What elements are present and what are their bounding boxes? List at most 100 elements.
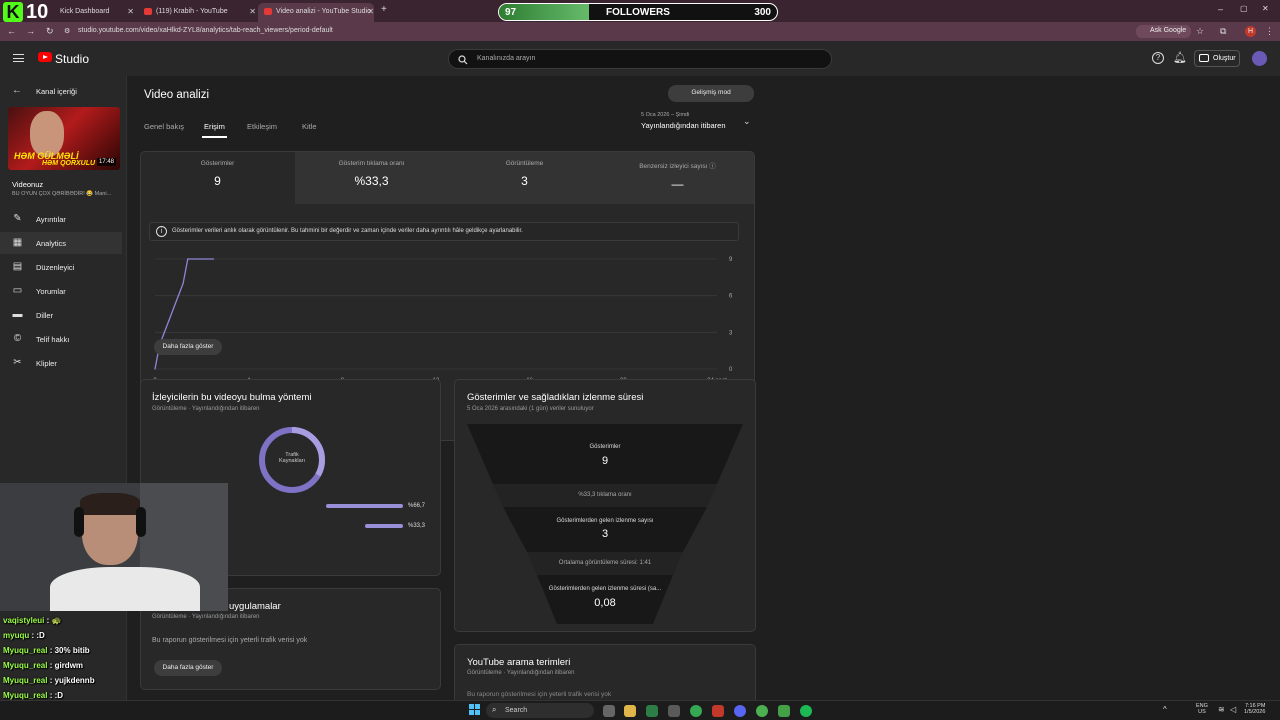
sidebar-item-copyright[interactable]: © Telif hakkı <box>0 328 122 350</box>
channel-search-input[interactable]: Kanalınızda arayın <box>448 49 832 69</box>
close-icon[interactable]: ✕ <box>249 7 256 16</box>
sidebar-item-label: Yorumlar <box>36 287 66 296</box>
obs-icon[interactable] <box>778 705 790 717</box>
tab-kick-dashboard[interactable]: Kick Dashboard ✕ <box>42 3 134 22</box>
tab-youtube-studio[interactable]: Video analizi - YouTube Studio ✕ <box>258 3 374 22</box>
discord-icon[interactable] <box>734 705 746 717</box>
data-point <box>182 282 184 285</box>
metric-unique-viewers[interactable]: Benzersiz izleyici sayısı ⓘ — <box>601 152 754 204</box>
windows-start-icon[interactable] <box>469 704 481 716</box>
taskbar: ⌕ Search ^ ENG US ≋ ◁ 7:16 PM 1/5/2026 <box>0 700 1280 720</box>
back-icon[interactable]: ← <box>7 26 16 36</box>
main-content: Video analizi Gelişmiş mod Genel bakış E… <box>128 76 1280 704</box>
headphone-icon <box>74 507 84 537</box>
metric-impressions[interactable]: Gösterimler 9 <box>141 152 294 204</box>
advanced-mode-button[interactable]: Gelişmiş mod <box>668 85 754 102</box>
menu-dots-icon[interactable]: ⋮ <box>1265 26 1274 37</box>
youtube-logo-icon[interactable] <box>38 52 52 62</box>
channel-content-link[interactable]: Kanal içeriği <box>36 87 77 96</box>
maximize-icon[interactable]: ▢ <box>1240 4 1248 13</box>
tab-engagement[interactable]: Etkileşim <box>247 122 277 131</box>
tab-overview[interactable]: Genel bakış <box>144 122 184 131</box>
sidebar-item-details[interactable]: ✎ Ayrıntılar <box>0 208 122 230</box>
taskbar-search[interactable]: ⌕ Search <box>486 703 594 718</box>
page-title: Video analizi <box>144 89 210 101</box>
sidebar-item-languages[interactable]: ▬ Diller <box>0 304 122 326</box>
hamburger-menu-icon[interactable] <box>13 54 24 62</box>
window-close-icon[interactable]: ✕ <box>1262 4 1269 13</box>
show-more-button[interactable]: Daha fazla göster <box>154 660 222 676</box>
chat-username: Myuqu_real <box>3 676 48 685</box>
kick-counter: 10 <box>26 1 49 23</box>
notifications-bell-icon[interactable]: 🔔︎ <box>1173 51 1187 64</box>
chat-text: : :D <box>47 691 64 700</box>
y-tick-label: 3 <box>729 330 733 336</box>
youtube-favicon-icon <box>264 8 272 15</box>
minimize-icon[interactable]: – <box>1218 4 1223 14</box>
url-field[interactable]: studio.youtube.com/video/xaHlkd-ZYL8/ana… <box>78 27 333 34</box>
metric-value: — <box>671 177 684 191</box>
card-subtitle: 5 Oca 2026 arasındaki (1 gün) veriler su… <box>467 406 594 412</box>
clock[interactable]: 7:16 PM 1/5/2026 <box>1244 703 1265 715</box>
create-button[interactable]: Oluştur <box>1194 50 1240 67</box>
card-title: Gösterimler ve sağladıkları izlenme süre… <box>467 392 644 403</box>
sidebar-item-label: Düzenleyici <box>36 263 75 272</box>
metric-ctr[interactable]: Gösterim tıklama oranı %33,3 <box>295 152 448 204</box>
wifi-icon[interactable]: ≋ <box>1218 705 1225 714</box>
traffic-bar[interactable] <box>325 504 403 508</box>
youtube-favicon-icon <box>144 8 152 15</box>
profile-icon[interactable]: H <box>1245 26 1256 37</box>
info-icon[interactable]: ⓘ <box>709 163 716 170</box>
chat-message: Myuqu_real : yujkdennb <box>3 676 95 685</box>
nvidia-icon[interactable] <box>646 705 658 717</box>
ask-google-button[interactable]: Ask Google <box>1136 25 1192 38</box>
app-icon[interactable] <box>756 705 768 717</box>
metric-views[interactable]: Görüntüleme 3 <box>448 152 601 204</box>
create-video-icon <box>1199 54 1209 62</box>
traffic-bar[interactable] <box>364 524 403 528</box>
sidebar-item-comments[interactable]: ▭ Yorumlar <box>0 280 122 302</box>
your-video-label: Videonuz <box>12 180 44 189</box>
sidebar-item-editor[interactable]: ▤ Düzenleyici <box>0 256 122 278</box>
chat-text: : :D <box>29 631 45 640</box>
search-icon: ⌕ <box>492 705 497 714</box>
tab-label: Kick Dashboard <box>60 8 110 15</box>
tab-youtube[interactable]: (119) Krabih - YouTube ✕ <box>138 3 256 22</box>
forward-icon[interactable]: → <box>26 26 35 36</box>
back-arrow-icon[interactable]: ← <box>12 85 22 96</box>
sidebar-item-analytics[interactable]: ▦ Analytics <box>0 232 122 254</box>
extensions-icon[interactable]: ⧉ <box>1220 26 1226 37</box>
tab-reach[interactable]: Erişim <box>204 122 225 131</box>
close-icon[interactable]: ✕ <box>127 7 134 16</box>
show-more-button[interactable]: Daha fazla göster <box>154 339 222 355</box>
video-thumbnail[interactable]: HƏM GÜLMƏLİ HƏM QORXULU 17:48 <box>8 107 120 170</box>
reload-icon[interactable]: ↻ <box>46 26 54 37</box>
chat-message: Myuqu_real : girdwm <box>3 661 83 670</box>
task-view-icon[interactable] <box>603 705 615 717</box>
file-explorer-icon[interactable] <box>624 705 636 717</box>
card-title: uygulamalar <box>229 601 281 612</box>
volume-icon[interactable]: ◁ <box>1230 705 1236 714</box>
sidebar-item-clips[interactable]: ✂ Klipler <box>0 352 122 374</box>
chat-username: myuqu <box>3 631 30 640</box>
chevron-down-icon[interactable]: ⌄ <box>743 116 751 127</box>
app-icon[interactable] <box>668 705 680 717</box>
app-icon[interactable] <box>712 705 724 717</box>
channel-avatar[interactable] <box>1252 51 1267 66</box>
tray-chevron-icon[interactable]: ^ <box>1163 705 1167 714</box>
search-icon <box>458 55 468 65</box>
period-selector[interactable]: Yayınlandığından itibaren <box>641 121 726 130</box>
spotify-icon[interactable] <box>800 705 812 717</box>
chrome-icon[interactable] <box>690 705 702 717</box>
bookmark-star-icon[interactable]: ☆ <box>1196 26 1204 37</box>
editor-icon: ▤ <box>12 261 23 272</box>
language-indicator[interactable]: ENG US <box>1196 703 1208 715</box>
close-icon[interactable]: ✕ <box>367 7 374 16</box>
help-icon[interactable]: ? <box>1152 52 1164 64</box>
metric-value: %33,3 <box>354 174 389 188</box>
site-info-icon[interactable]: ⚙ <box>64 27 70 35</box>
tab-audience[interactable]: Kitle <box>302 122 317 131</box>
new-tab-button[interactable]: + <box>381 4 387 15</box>
chat-text: : yujkdennb <box>47 676 95 685</box>
chat-username: Myuqu_real <box>3 646 48 655</box>
